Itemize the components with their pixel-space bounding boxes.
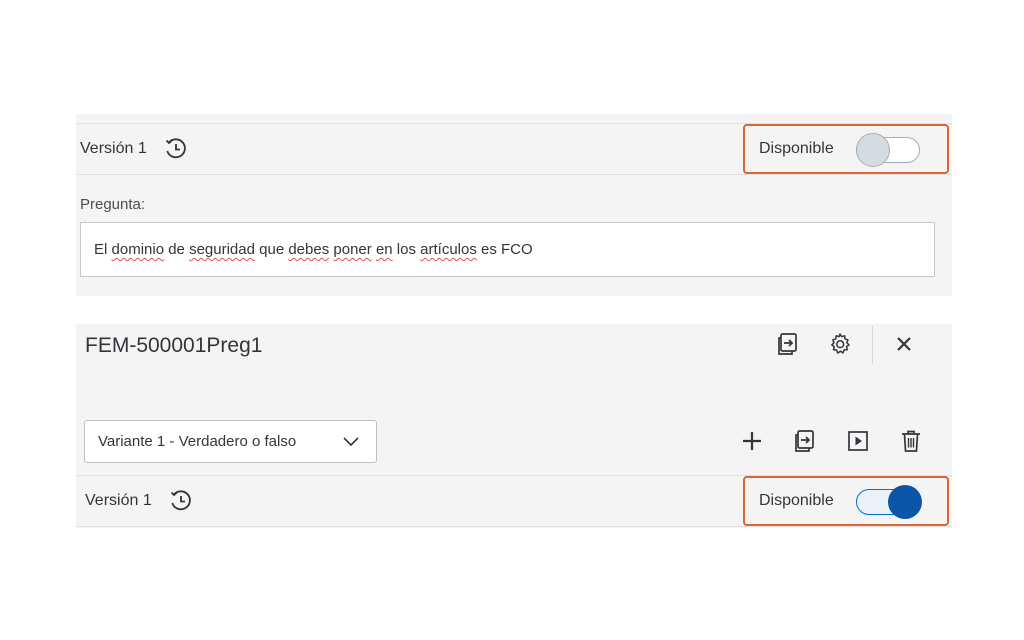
close-icon[interactable] [890, 330, 918, 358]
misspelled-word: en [375, 241, 393, 258]
misspelled-word: artículos [420, 241, 477, 258]
question-text-segment: de [164, 241, 190, 258]
misspelled-word: seguridad [189, 241, 255, 258]
trash-icon[interactable] [897, 427, 925, 455]
question-field[interactable]: El dominio de seguridad que debes poner … [80, 222, 935, 277]
question-panel: Versión 1 Disponible Pregunta: El domini… [76, 114, 952, 296]
toggle-knob [888, 485, 922, 519]
question-text: El dominio de seguridad que debes poner … [94, 241, 533, 258]
question-text-segment: que [254, 241, 289, 258]
object-title: FEM-500001Preg1 [85, 334, 263, 357]
version-row: Versión 1 Disponible [76, 475, 952, 527]
duplicate-icon[interactable] [791, 427, 819, 455]
version-row: Versión 1 Disponible [76, 123, 952, 175]
misspelled-word: debes [288, 241, 330, 258]
question-label: Pregunta: [80, 196, 146, 213]
object-panel: FEM-500001Preg1 Variante 1 - Verdadero o… [76, 324, 952, 528]
available-label: Disponible [759, 140, 834, 157]
plus-icon[interactable] [738, 427, 766, 455]
misspelled-word: dominio [111, 241, 165, 258]
history-icon[interactable] [168, 488, 194, 514]
misspelled-word: poner [333, 241, 372, 258]
availability-highlight: Disponible [743, 476, 949, 526]
variant-select[interactable]: Variante 1 - Verdadero o falso [84, 420, 377, 463]
version-label: Versión 1 [80, 140, 147, 157]
gear-icon[interactable] [826, 330, 854, 358]
available-toggle[interactable] [856, 485, 922, 519]
toggle-knob [856, 133, 890, 167]
question-text-segment: los [392, 241, 421, 258]
available-toggle[interactable] [856, 133, 920, 167]
toolbar-divider [872, 326, 873, 364]
variant-select-value: Variante 1 - Verdadero o falso [98, 433, 297, 450]
question-text-segment: El [94, 241, 112, 258]
history-icon[interactable] [163, 136, 189, 162]
duplicate-icon[interactable] [774, 330, 802, 358]
question-text-segment: es FCO [476, 241, 533, 258]
availability-highlight: Disponible [743, 124, 949, 174]
play-icon[interactable] [844, 427, 872, 455]
available-label: Disponible [759, 492, 834, 509]
chevron-down-icon [342, 434, 360, 452]
version-label: Versión 1 [85, 492, 152, 509]
